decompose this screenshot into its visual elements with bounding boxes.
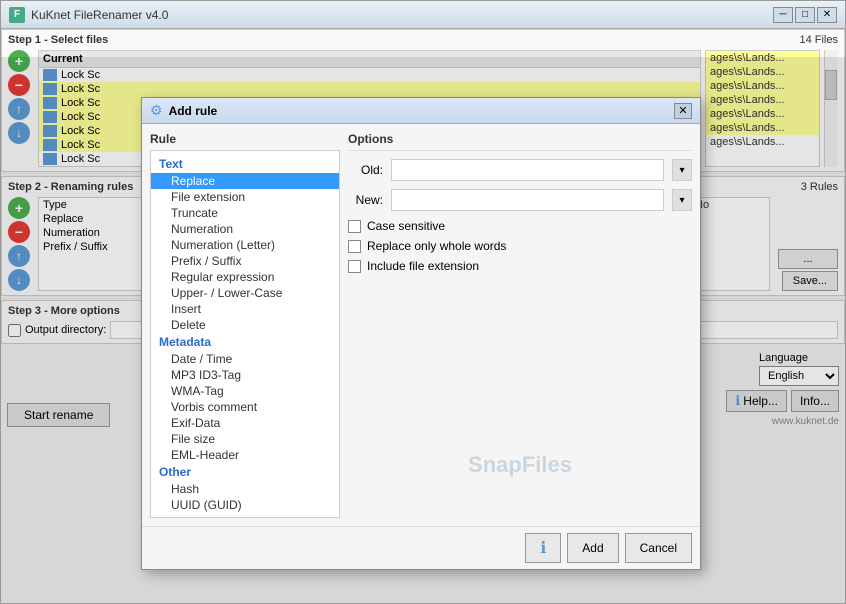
case-sensitive-label: Case sensitive: [367, 219, 445, 233]
new-label: New:: [348, 193, 383, 207]
modal-overlay: ⚙ Add rule ✕ Rule Text Replace File exte…: [1, 57, 845, 603]
rule-exif[interactable]: Exif-Data: [151, 415, 339, 431]
modal-cancel-button[interactable]: Cancel: [625, 533, 692, 563]
modal-title: Add rule: [169, 104, 218, 118]
rule-file-extension[interactable]: File extension: [151, 189, 339, 205]
modal-right-panel: Options Old: ▾ New: ▾: [348, 132, 692, 518]
old-input[interactable]: [391, 159, 664, 181]
rule-eml[interactable]: EML-Header: [151, 447, 339, 463]
replace-whole-words-row: Replace only whole words: [348, 239, 692, 253]
include-extension-row: Include file extension: [348, 259, 692, 273]
old-dropdown-button[interactable]: ▾: [672, 159, 692, 181]
new-dropdown-button[interactable]: ▾: [672, 189, 692, 211]
window-title: KuKnet FileRenamer v4.0: [31, 8, 168, 22]
category-other: Other: [151, 463, 339, 481]
window-controls: ─ □ ✕: [773, 7, 837, 23]
old-label: Old:: [348, 163, 383, 177]
include-extension-checkbox[interactable]: [348, 260, 361, 273]
include-extension-label: Include file extension: [367, 259, 479, 273]
case-sensitive-row: Case sensitive: [348, 219, 692, 233]
rule-hash[interactable]: Hash: [151, 481, 339, 497]
modal-left-panel: Rule Text Replace File extension Truncat…: [150, 132, 348, 518]
category-metadata: Metadata: [151, 333, 339, 351]
rule-wma[interactable]: WMA-Tag: [151, 383, 339, 399]
step1-label: Step 1 - Select files: [8, 34, 108, 46]
rule-delete[interactable]: Delete: [151, 317, 339, 333]
rule-filesize[interactable]: File size: [151, 431, 339, 447]
replace-whole-words-label: Replace only whole words: [367, 239, 506, 253]
files-count: 14 Files: [799, 34, 838, 46]
maximize-button[interactable]: □: [795, 7, 815, 23]
rule-numeration-letter[interactable]: Numeration (Letter): [151, 237, 339, 253]
modal-title-icon: ⚙: [150, 102, 163, 119]
modal-close-button[interactable]: ✕: [674, 103, 692, 119]
close-button[interactable]: ✕: [817, 7, 837, 23]
category-text: Text: [151, 155, 339, 173]
modal-info-button[interactable]: ℹ: [525, 533, 561, 563]
modal-title-bar: ⚙ Add rule ✕: [142, 98, 700, 124]
replace-whole-words-checkbox[interactable]: [348, 240, 361, 253]
rule-date-time[interactable]: Date / Time: [151, 351, 339, 367]
modal-add-button[interactable]: Add: [567, 533, 618, 563]
modal-footer: ℹ Add Cancel: [142, 526, 700, 569]
rule-regex[interactable]: Regular expression: [151, 269, 339, 285]
minimize-button[interactable]: ─: [773, 7, 793, 23]
rule-uuid[interactable]: UUID (GUID): [151, 497, 339, 513]
rule-prefix-suffix[interactable]: Prefix / Suffix: [151, 253, 339, 269]
info-circle-icon: ℹ: [540, 538, 546, 558]
case-sensitive-checkbox[interactable]: [348, 220, 361, 233]
rule-numeration[interactable]: Numeration: [151, 221, 339, 237]
rule-upper-lower[interactable]: Upper- / Lower-Case: [151, 285, 339, 301]
rule-insert[interactable]: Insert: [151, 301, 339, 317]
rule-vorbis[interactable]: Vorbis comment: [151, 399, 339, 415]
title-bar: F KuKnet FileRenamer v4.0 ─ □ ✕: [1, 1, 845, 29]
new-input[interactable]: [391, 189, 664, 211]
snapfiles-watermark: SnapFiles: [468, 452, 572, 478]
old-field-row: Old: ▾: [348, 159, 692, 181]
options-section-label: Options: [348, 132, 692, 151]
rule-list: Text Replace File extension Truncate Num…: [150, 150, 340, 518]
new-field-row: New: ▾: [348, 189, 692, 211]
rule-replace[interactable]: Replace: [151, 173, 339, 189]
app-icon: F: [9, 7, 25, 23]
add-rule-modal: ⚙ Add rule ✕ Rule Text Replace File exte…: [141, 97, 701, 570]
rule-truncate[interactable]: Truncate: [151, 205, 339, 221]
modal-body: Rule Text Replace File extension Truncat…: [142, 124, 700, 526]
rule-mp3[interactable]: MP3 ID3-Tag: [151, 367, 339, 383]
rule-section-label: Rule: [150, 132, 348, 146]
